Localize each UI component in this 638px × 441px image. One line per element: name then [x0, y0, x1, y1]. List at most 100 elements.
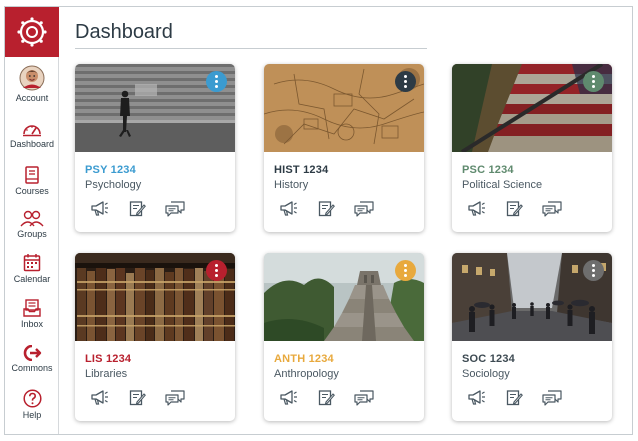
nav-item-inbox[interactable]: Inbox — [5, 299, 59, 329]
nav-label-account: Account — [15, 93, 49, 103]
course-name: Anthropology — [274, 368, 339, 380]
announcements-icon — [90, 201, 108, 216]
nav-label-dashboard: Dashboard — [9, 139, 55, 149]
nav-label-courses: Courses — [15, 186, 49, 196]
assignments-button[interactable] — [504, 198, 524, 218]
announcements-icon — [279, 201, 297, 216]
course-code[interactable]: HIST 1234 — [274, 164, 328, 176]
discussions-icon — [542, 389, 562, 406]
course-card-psc[interactable]: PSC 1234 Political Science — [452, 64, 612, 232]
nav-item-commons[interactable]: Commons — [5, 345, 59, 373]
assignments-icon — [506, 200, 523, 216]
help-question-icon — [22, 389, 42, 408]
discussions-button[interactable] — [354, 387, 374, 407]
assignments-button[interactable] — [127, 387, 147, 407]
page-title: Dashboard — [75, 21, 173, 43]
nav-item-dashboard[interactable]: Dashboard — [5, 121, 59, 149]
account-avatar-icon — [19, 65, 45, 91]
discussions-icon — [165, 389, 185, 406]
announcements-button[interactable] — [466, 387, 486, 407]
course-name: Political Science — [462, 179, 543, 191]
discussions-button[interactable] — [354, 198, 374, 218]
title-divider — [75, 48, 427, 49]
card-options-button[interactable] — [583, 71, 604, 92]
nav-label-calendar: Calendar — [13, 274, 51, 284]
discussions-button[interactable] — [165, 198, 185, 218]
announcements-button[interactable] — [466, 198, 486, 218]
assignments-icon — [129, 200, 146, 216]
card-options-button[interactable] — [395, 260, 416, 281]
course-card-hist[interactable]: HIST 1234 History — [264, 64, 424, 232]
course-image-lis[interactable] — [75, 253, 235, 341]
announcements-icon — [467, 201, 485, 216]
course-image-soc[interactable] — [452, 253, 612, 341]
course-card-lis[interactable]: LIS 1234 Libraries — [75, 253, 235, 421]
card-options-button[interactable] — [206, 260, 227, 281]
commons-arrow-icon — [23, 345, 42, 361]
discussions-icon — [165, 200, 185, 217]
assignments-icon — [129, 389, 146, 405]
course-code[interactable]: SOC 1234 — [462, 353, 515, 365]
nav-label-inbox: Inbox — [20, 319, 44, 329]
app-window: Account Dashboard Courses Groups Calenda… — [4, 6, 633, 435]
card-actions — [466, 198, 562, 218]
course-card-psy[interactable]: PSY 1234 Psychology — [75, 64, 235, 232]
course-name: Libraries — [85, 368, 128, 380]
course-card-anth[interactable]: ANTH 1234 Anthropology — [264, 253, 424, 421]
assignments-button[interactable] — [504, 387, 524, 407]
nav-item-account[interactable]: Account — [5, 65, 59, 103]
course-name: Sociology — [462, 368, 510, 380]
canvas-logo[interactable] — [5, 7, 59, 57]
nav-label-groups: Groups — [17, 229, 47, 239]
assignments-icon — [318, 389, 335, 405]
discussions-icon — [542, 200, 562, 217]
discussions-icon — [354, 200, 374, 217]
inbox-icon — [23, 299, 41, 317]
nav-item-help[interactable]: Help — [5, 389, 59, 420]
course-card-soc[interactable]: SOC 1234 Sociology — [452, 253, 612, 421]
course-code[interactable]: ANTH 1234 — [274, 353, 334, 365]
announcements-button[interactable] — [278, 387, 298, 407]
course-code[interactable]: LIS 1234 — [85, 353, 131, 365]
nav-item-courses[interactable]: Courses — [5, 166, 59, 196]
discussions-button[interactable] — [542, 198, 562, 218]
announcements-button[interactable] — [278, 198, 298, 218]
announcements-icon — [279, 390, 297, 405]
card-options-button[interactable] — [395, 71, 416, 92]
discussions-icon — [354, 389, 374, 406]
course-name: History — [274, 179, 309, 191]
announcements-icon — [467, 390, 485, 405]
card-options-button[interactable] — [583, 260, 604, 281]
card-actions — [278, 387, 374, 407]
card-actions — [89, 387, 185, 407]
canvas-logo-icon — [17, 17, 47, 47]
nav-item-groups[interactable]: Groups — [5, 210, 59, 239]
course-name: Psychology — [85, 179, 142, 191]
announcements-button[interactable] — [89, 387, 109, 407]
nav-label-help: Help — [22, 410, 42, 420]
card-actions — [89, 198, 185, 218]
announcements-icon — [90, 390, 108, 405]
course-image-psy[interactable] — [75, 64, 235, 152]
course-code[interactable]: PSC 1234 — [462, 164, 514, 176]
course-image-anth[interactable] — [264, 253, 424, 341]
people-icon — [20, 210, 44, 227]
nav-item-calendar[interactable]: Calendar — [5, 253, 59, 284]
assignments-button[interactable] — [316, 198, 336, 218]
course-image-psc[interactable] — [452, 64, 612, 152]
card-options-button[interactable] — [206, 71, 227, 92]
discussions-button[interactable] — [542, 387, 562, 407]
calendar-icon — [23, 254, 41, 272]
announcements-button[interactable] — [89, 198, 109, 218]
dashboard-gauge-icon — [23, 125, 41, 137]
card-actions — [466, 387, 562, 407]
assignments-icon — [318, 200, 335, 216]
discussions-button[interactable] — [165, 387, 185, 407]
card-actions — [278, 198, 374, 218]
assignments-button[interactable] — [127, 198, 147, 218]
course-image-hist[interactable] — [264, 64, 424, 152]
course-code[interactable]: PSY 1234 — [85, 164, 136, 176]
assignments-button[interactable] — [316, 387, 336, 407]
book-icon — [25, 166, 39, 184]
nav-label-commons: Commons — [11, 363, 53, 373]
